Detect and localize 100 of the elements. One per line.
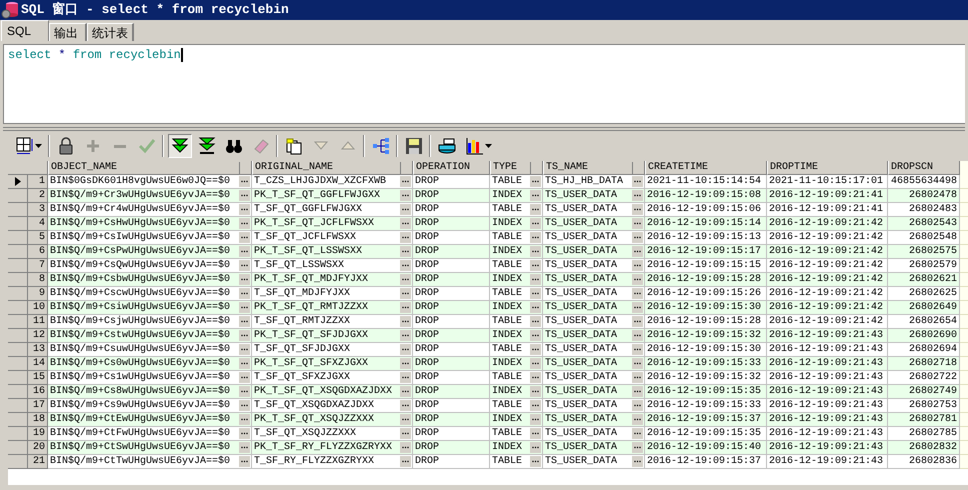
ellipsis-button[interactable] — [632, 442, 643, 453]
ellipsis-button[interactable] — [239, 456, 250, 467]
ellipsis-button[interactable] — [400, 344, 411, 355]
table-cell-text: T_SF_QT_SFJDJGXX — [254, 343, 352, 356]
ellipsis-button[interactable] — [239, 372, 250, 383]
ellipsis-button[interactable] — [400, 302, 411, 313]
ellipsis-button[interactable] — [400, 428, 411, 439]
ellipsis-button[interactable] — [400, 232, 411, 243]
table-cell-text: 26802781 — [908, 413, 958, 426]
ellipsis-button[interactable] — [400, 386, 411, 397]
ellipsis-button[interactable] — [239, 232, 250, 243]
ellipsis-button[interactable] — [632, 176, 643, 187]
ellipsis-button[interactable] — [530, 456, 541, 467]
ellipsis-button[interactable] — [530, 400, 541, 411]
ellipsis-button[interactable] — [632, 344, 643, 355]
ellipsis-button[interactable] — [632, 372, 643, 383]
ellipsis-button[interactable] — [400, 274, 411, 285]
ellipsis-button[interactable] — [530, 176, 541, 187]
ellipsis-button[interactable] — [632, 288, 643, 299]
ellipsis-button[interactable] — [400, 442, 411, 453]
ellipsis-button[interactable] — [530, 204, 541, 215]
table-cell-text: BIN$0GsDK601H8vgUwsUE6w0JQ==$0 — [50, 175, 232, 188]
ellipsis-button[interactable] — [632, 358, 643, 369]
ellipsis-button[interactable] — [239, 358, 250, 369]
ellipsis-button[interactable] — [400, 414, 411, 425]
ellipsis-button[interactable] — [239, 218, 250, 229]
ellipsis-button[interactable] — [530, 316, 541, 327]
ellipsis-button[interactable] — [400, 204, 411, 215]
ellipsis-button[interactable] — [239, 274, 250, 285]
ellipsis-button[interactable] — [632, 246, 643, 257]
ellipsis-button[interactable] — [632, 232, 643, 243]
ellipsis-button[interactable] — [632, 274, 643, 285]
ellipsis-button[interactable] — [632, 456, 643, 467]
ellipsis-button[interactable] — [530, 330, 541, 341]
ellipsis-button[interactable] — [239, 344, 250, 355]
ellipsis-button[interactable] — [530, 358, 541, 369]
ellipsis-button[interactable] — [239, 400, 250, 411]
sql-editor[interactable]: select * from recyclebin — [3, 44, 965, 124]
ellipsis-button[interactable] — [530, 288, 541, 299]
table-cell-text: T_SF_RY_FLYZZXGZRYXX — [254, 455, 376, 468]
ellipsis-button[interactable] — [400, 246, 411, 257]
ellipsis-button[interactable] — [400, 190, 411, 201]
ellipsis-button[interactable] — [400, 260, 411, 271]
ellipsis-button[interactable] — [632, 330, 643, 341]
ellipsis-button[interactable] — [632, 316, 643, 327]
row-selector[interactable] — [8, 175, 28, 189]
ellipsis-button[interactable] — [239, 428, 250, 439]
ellipsis-button[interactable] — [632, 428, 643, 439]
ellipsis-button[interactable] — [530, 260, 541, 271]
ellipsis-button[interactable] — [632, 414, 643, 425]
ellipsis-button[interactable] — [632, 386, 643, 397]
ellipsis-button[interactable] — [400, 330, 411, 341]
ellipsis-button[interactable] — [530, 190, 541, 201]
ellipsis-button[interactable] — [239, 288, 250, 299]
ellipsis-button[interactable] — [530, 274, 541, 285]
table-cell-text: PK_T_SF_QT_XSQGDXAZJDXX — [254, 385, 394, 398]
toolbar-button[interactable] — [168, 134, 192, 158]
ellipsis-button[interactable] — [530, 232, 541, 243]
row-number: 11 — [28, 315, 48, 329]
ellipsis-icon — [402, 292, 409, 295]
ellipsis-button[interactable] — [530, 344, 541, 355]
ellipsis-button[interactable] — [530, 372, 541, 383]
ellipsis-button[interactable] — [530, 302, 541, 313]
table-cell-text: T_SF_QT_SFXZJGXX — [254, 371, 352, 384]
ellipsis-button[interactable] — [400, 218, 411, 229]
ellipsis-button[interactable] — [530, 442, 541, 453]
ellipsis-button[interactable] — [632, 260, 643, 271]
ellipsis-button[interactable] — [239, 414, 250, 425]
tab[interactable]: 输出 — [49, 23, 87, 41]
ellipsis-button[interactable] — [400, 372, 411, 383]
table-cell-text: 2016-12-19:09:15:30 — [647, 343, 762, 356]
ellipsis-button[interactable] — [400, 316, 411, 327]
tab[interactable]: SQL — [1, 20, 49, 41]
ellipsis-button[interactable] — [239, 246, 250, 257]
ellipsis-button[interactable] — [632, 190, 643, 201]
ellipsis-button[interactable] — [239, 442, 250, 453]
ellipsis-button[interactable] — [530, 428, 541, 439]
ellipsis-button[interactable] — [632, 204, 643, 215]
ellipsis-button[interactable] — [239, 176, 250, 187]
row-number: 2 — [28, 189, 48, 203]
ellipsis-button[interactable] — [530, 414, 541, 425]
ellipsis-button[interactable] — [400, 358, 411, 369]
ellipsis-button[interactable] — [400, 456, 411, 467]
ellipsis-button[interactable] — [400, 176, 411, 187]
ellipsis-button[interactable] — [530, 246, 541, 257]
ellipsis-button[interactable] — [239, 190, 250, 201]
ellipsis-button[interactable] — [632, 218, 643, 229]
ellipsis-button[interactable] — [239, 204, 250, 215]
ellipsis-button[interactable] — [239, 316, 250, 327]
ellipsis-button[interactable] — [530, 386, 541, 397]
ellipsis-button[interactable] — [632, 400, 643, 411]
ellipsis-button[interactable] — [632, 302, 643, 313]
ellipsis-button[interactable] — [239, 302, 250, 313]
ellipsis-button[interactable] — [239, 330, 250, 341]
ellipsis-button[interactable] — [530, 218, 541, 229]
ellipsis-button[interactable] — [239, 386, 250, 397]
ellipsis-button[interactable] — [400, 400, 411, 411]
ellipsis-button[interactable] — [239, 260, 250, 271]
tab[interactable]: 统计表 — [87, 23, 134, 41]
ellipsis-button[interactable] — [400, 288, 411, 299]
